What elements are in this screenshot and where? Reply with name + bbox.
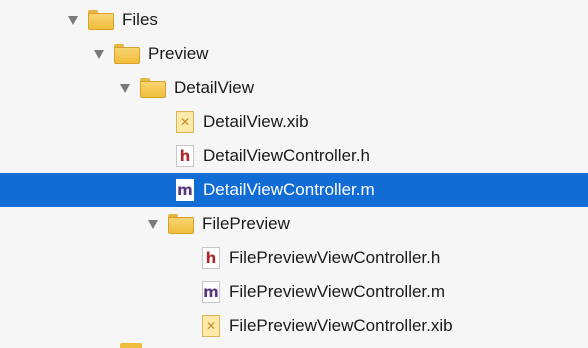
- folder-icon: [140, 78, 166, 98]
- tree-row-detailviewcontroller-m[interactable]: m DetailViewController.m: [0, 173, 588, 207]
- disclosure-triangle-icon[interactable]: [94, 49, 104, 59]
- tree-row-detailview[interactable]: DetailView: [0, 71, 588, 105]
- tree-row-preview[interactable]: Preview: [0, 37, 588, 71]
- project-navigator: Files Preview DetailView ✕ DetailView.xi…: [0, 0, 588, 348]
- xib-file-icon: ✕: [176, 111, 194, 133]
- tree-item-label: DetailViewController.h: [203, 146, 370, 165]
- xib-file-icon: ✕: [202, 315, 220, 337]
- header-file-icon: h: [202, 247, 220, 269]
- tree-row-detailview-xib[interactable]: ✕ DetailView.xib: [0, 105, 588, 139]
- tree-item-label: Preview: [148, 44, 209, 63]
- disclosure-triangle-icon[interactable]: [68, 15, 78, 25]
- tree-row-filepreviewviewcontroller-xib[interactable]: ✕ FilePreviewViewController.xib: [0, 309, 588, 343]
- tree-item-label: FilePreview: [202, 214, 290, 233]
- tree-item-label: FilePreviewViewController.h: [229, 248, 441, 267]
- tree-row-filepreviewviewcontroller-m[interactable]: m FilePreviewViewController.m: [0, 275, 588, 309]
- folder-icon: [168, 214, 194, 234]
- tree-item-label: Files: [122, 10, 158, 29]
- tree-item-label: FilePreviewViewController.m: [229, 282, 446, 301]
- tree-row-filepreview[interactable]: FilePreview: [0, 207, 588, 241]
- header-file-icon: h: [176, 145, 194, 167]
- tree-item-label: DetailView.xib: [203, 112, 309, 131]
- disclosure-triangle-icon[interactable]: [120, 83, 130, 93]
- disclosure-triangle-icon[interactable]: [148, 219, 158, 229]
- implementation-file-icon: m: [176, 179, 194, 201]
- implementation-file-icon: m: [202, 281, 220, 303]
- tree-row-files[interactable]: Files: [0, 3, 588, 37]
- tree-item-label: FilePreviewViewController.xib: [229, 316, 453, 335]
- tree-item-label: DetailViewController.m: [203, 180, 375, 199]
- tree-row-filepreviewviewcontroller-h[interactable]: h FilePreviewViewController.h: [0, 241, 588, 275]
- tree-item-label: DetailView: [174, 78, 255, 97]
- folder-icon: [88, 10, 114, 30]
- folder-icon: [120, 343, 142, 348]
- tree-row-detailviewcontroller-h[interactable]: h DetailViewController.h: [0, 139, 588, 173]
- folder-icon: [114, 44, 140, 64]
